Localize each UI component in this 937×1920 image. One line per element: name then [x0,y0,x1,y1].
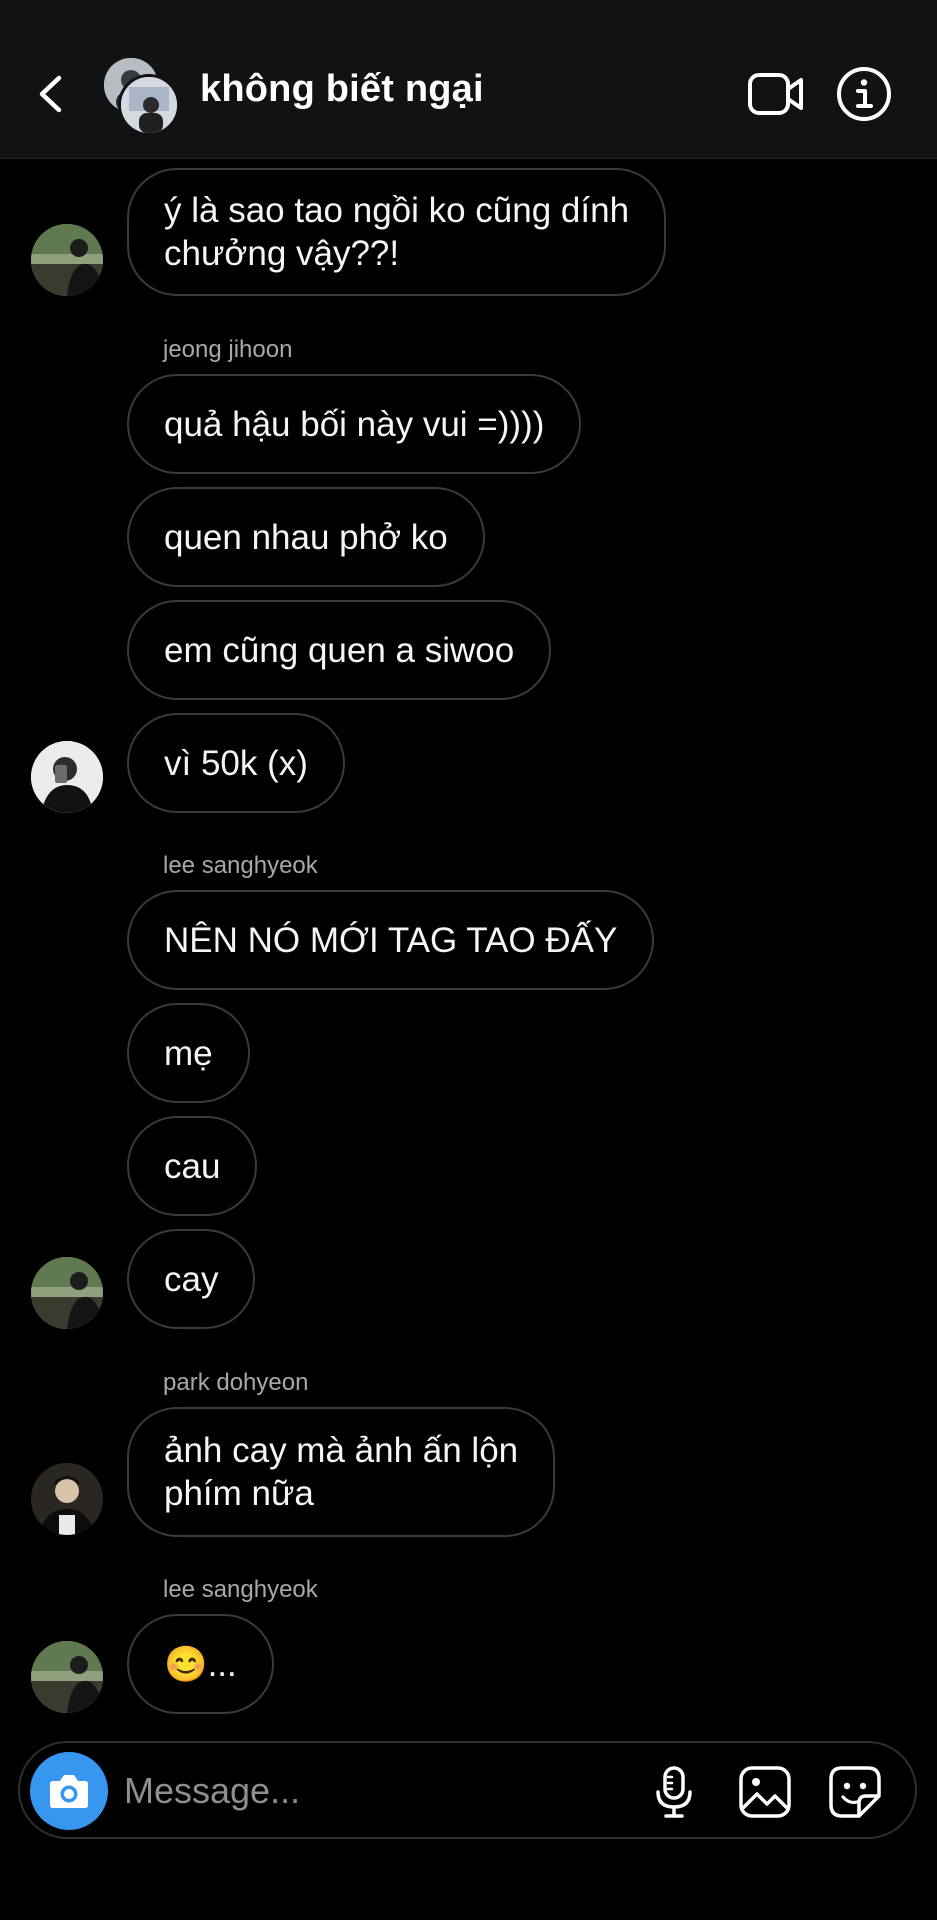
avatar[interactable] [31,1641,103,1713]
sender-name: jeong jihoon [163,336,293,363]
camera-button[interactable] [30,1752,108,1830]
voice-message-button[interactable] [646,1764,702,1820]
avatar[interactable] [31,741,103,813]
avatar-image [31,1641,103,1713]
message-bubble[interactable]: cau [127,1116,258,1216]
image-icon [739,1766,791,1818]
sender-name: lee sanghyeok [163,852,318,879]
chevron-left-icon [39,75,62,113]
message-bubble[interactable]: ý là sao tao ngồi ko cũng dính chưởng vậ… [127,168,667,296]
gallery-button[interactable] [737,1764,793,1820]
message-bubble[interactable]: quen nhau phở ko [127,487,485,587]
chat-header: không biết ngại [0,0,937,159]
message-bubble[interactable]: mẹ [127,1003,250,1103]
message-bubble[interactable]: em cũng quen a siwoo [127,600,552,700]
message-bubble[interactable]: cay [127,1229,256,1329]
sticker-icon [829,1766,881,1818]
sticker-button[interactable] [827,1764,883,1820]
avatar[interactable] [31,224,103,296]
video-camera-icon [748,73,803,115]
message-input[interactable] [122,1763,556,1819]
message-bubble[interactable]: NÊN NÓ MỚI TAG TAO ĐẤY [127,890,655,990]
avatar[interactable] [31,1463,103,1535]
avatar-image [31,741,103,813]
camera-icon [50,1775,88,1808]
avatar-image [31,1463,103,1535]
sender-name: lee sanghyeok [163,1576,318,1603]
back-button[interactable] [30,66,70,122]
conversation-title[interactable]: không biết ngại [200,68,484,111]
message-bubble[interactable]: ảnh cay mà ảnh ấn lộn phím nữa [127,1407,556,1537]
avatar[interactable] [31,1257,103,1329]
microphone-icon [656,1766,692,1818]
message-bubble[interactable]: quả hậu bối này vui =)))) [127,374,582,474]
info-button[interactable] [836,66,892,122]
message-bubble[interactable]: vì 50k (x) [127,713,345,813]
avatar-image [31,224,103,296]
info-icon [837,67,891,121]
group-avatar-front [118,74,180,136]
sender-name: park dohyeon [163,1369,309,1396]
group-avatar[interactable] [104,58,182,136]
avatar-image [31,1257,103,1329]
video-call-button[interactable] [747,68,805,120]
message-composer [18,1741,917,1839]
message-bubble[interactable]: 😊... [127,1614,274,1714]
